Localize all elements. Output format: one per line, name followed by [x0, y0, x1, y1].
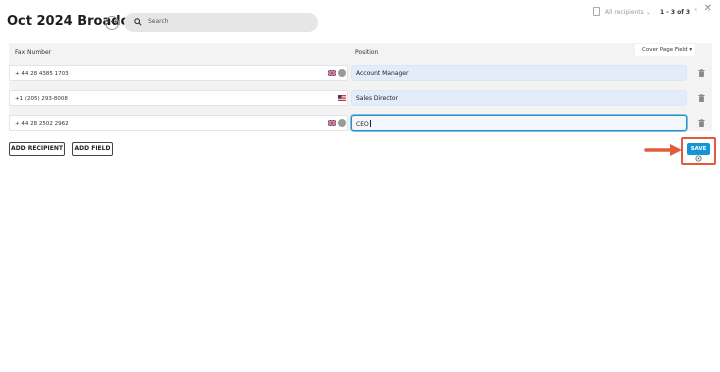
recipients-filter[interactable]: All recipients ⌄ — [593, 6, 653, 19]
position-value: CEO — [356, 120, 371, 128]
table-row: + 44 28 4385 1703 Account Manager — [9, 65, 712, 81]
position-field-active[interactable]: CEO — [351, 115, 687, 131]
search-input[interactable]: Search — [124, 13, 318, 32]
position-field[interactable]: Account Manager — [351, 65, 687, 81]
add-recipient-button[interactable]: ADD RECIPIENT — [9, 142, 65, 156]
fax-number-field[interactable]: + 44 28 2502 2962 — [9, 115, 348, 131]
chevron-left-icon[interactable]: ‹ — [694, 5, 698, 15]
cover-page-field-dropdown[interactable]: Cover Page Field ▾ — [635, 44, 695, 56]
recipients-table: Fax Number Position Cover Page Field ▾ +… — [9, 43, 712, 131]
column-header-position: Position — [355, 49, 379, 56]
checkbox-icon[interactable] — [338, 119, 346, 127]
position-value: Account Manager — [356, 70, 409, 77]
save-button[interactable]: SAVE — [687, 143, 710, 155]
fax-number: + 44 28 4385 1703 — [15, 71, 69, 77]
fax-number-field[interactable]: + 44 28 4385 1703 — [9, 65, 348, 81]
table-row: + 44 28 2502 2962 CEO — [9, 115, 712, 131]
column-header-fax: Fax Number — [15, 49, 52, 56]
fax-number-field[interactable]: +1 (205) 293-8008 — [9, 90, 348, 106]
table-row: +1 (205) 293-8008 Sales Director — [9, 90, 712, 106]
cursor-icon — [695, 155, 702, 162]
text-caret — [369, 120, 371, 127]
fax-number: +1 (205) 293-8008 — [15, 96, 68, 102]
uk-flag-icon — [328, 70, 336, 76]
document-icon — [593, 7, 600, 16]
arrow-icon — [644, 144, 682, 156]
page-title: Oct 2024 Broadc... — [7, 14, 144, 29]
position-field[interactable]: Sales Director — [351, 90, 687, 106]
checkbox-icon[interactable] — [338, 69, 346, 77]
fax-number: + 44 28 2502 2962 — [15, 121, 69, 127]
position-value: Sales Director — [356, 95, 398, 102]
us-flag-icon — [338, 95, 346, 101]
page-count: 1 - 3 of 3 — [660, 9, 691, 16]
more-options-button[interactable]: ••• — [105, 16, 119, 30]
trash-icon[interactable] — [698, 69, 705, 77]
search-placeholder: Search — [148, 18, 169, 25]
trash-icon[interactable] — [698, 94, 705, 102]
uk-flag-icon — [328, 120, 336, 126]
chevron-right-icon[interactable]: › — [707, 5, 711, 15]
trash-icon[interactable] — [698, 119, 705, 127]
recipients-filter-label: All recipients ⌄ — [605, 9, 651, 16]
add-field-button[interactable]: ADD FIELD — [72, 142, 113, 156]
search-icon — [134, 18, 142, 26]
